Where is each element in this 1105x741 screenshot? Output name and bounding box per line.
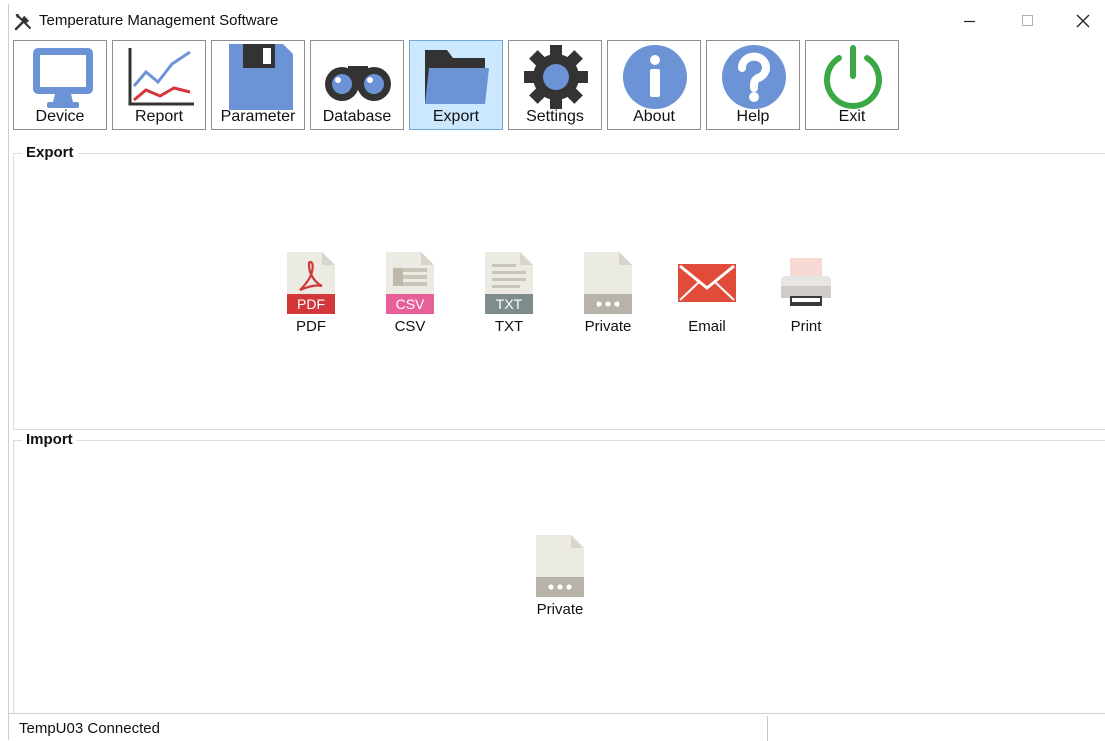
report-button[interactable]: Report [112, 40, 206, 130]
line-chart-icon [128, 48, 194, 106]
export-label: Export [432, 108, 480, 125]
export-email-label: Email [688, 318, 726, 335]
tools-icon [13, 12, 33, 32]
folder-icon [425, 50, 489, 104]
status-divider [767, 716, 768, 741]
pdf-file-icon: PDF [287, 252, 335, 314]
status-bar: TempU03 Connected [9, 713, 1105, 741]
import-private-button[interactable]: Private [520, 535, 600, 625]
exit-label: Exit [838, 108, 866, 125]
export-group-title: Export [22, 144, 78, 161]
export-txt-label: TXT [494, 318, 524, 335]
minimize-icon [964, 20, 975, 23]
about-label: About [633, 108, 675, 125]
export-private-button[interactable]: Private [568, 252, 648, 342]
export-group: Export PDF PDF CSV CSV TXT TXT Private E… [13, 144, 1105, 430]
app-window: Temperature Management Software Device R… [8, 4, 1105, 741]
help-label: Help [736, 108, 770, 125]
export-pdf-label: PDF [296, 318, 326, 335]
about-button[interactable]: About [607, 40, 701, 130]
maximize-button[interactable] [1005, 4, 1051, 38]
import-group-title: Import [22, 431, 77, 448]
export-email-button[interactable]: Email [667, 252, 747, 342]
svg-text:CSV: CSV [396, 296, 425, 312]
export-txt-button[interactable]: TXT TXT [469, 252, 549, 342]
help-button[interactable]: Help [706, 40, 800, 130]
info-icon [623, 45, 687, 109]
minimize-button[interactable] [947, 4, 993, 38]
printer-icon [781, 258, 831, 306]
settings-button[interactable]: Settings [508, 40, 602, 130]
import-private-label: Private [536, 601, 584, 618]
connection-status: TempU03 Connected [19, 720, 160, 737]
maximize-icon [1022, 15, 1033, 26]
question-icon [722, 45, 786, 109]
export-print-button[interactable]: Print [766, 252, 846, 342]
import-group: Import Private [13, 431, 1105, 714]
database-button[interactable]: Database [310, 40, 404, 130]
gear-icon [524, 45, 588, 109]
export-csv-button[interactable]: CSV CSV [370, 252, 450, 342]
export-csv-label: CSV [394, 318, 426, 335]
close-button[interactable] [1060, 4, 1105, 38]
monitor-icon [33, 48, 93, 108]
parameter-label: Parameter [220, 108, 296, 125]
csv-file-icon: CSV [386, 252, 434, 314]
close-icon [1076, 14, 1090, 28]
title-bar: Temperature Management Software [9, 4, 1105, 38]
window-title: Temperature Management Software [39, 12, 279, 29]
device-button[interactable]: Device [13, 40, 107, 130]
database-label: Database [322, 108, 392, 125]
parameter-button[interactable]: Parameter [211, 40, 305, 130]
email-icon [678, 264, 736, 302]
report-label: Report [134, 108, 184, 125]
svg-text:PDF: PDF [297, 296, 325, 312]
device-label: Device [35, 108, 85, 125]
svg-text:TXT: TXT [496, 296, 523, 312]
private-file-icon [584, 252, 632, 314]
exit-button[interactable]: Exit [805, 40, 899, 130]
settings-label: Settings [526, 108, 584, 125]
export-button[interactable]: Export [409, 40, 503, 130]
export-pdf-button[interactable]: PDF PDF [271, 252, 351, 342]
export-print-label: Print [790, 318, 822, 335]
binoculars-icon [325, 66, 391, 101]
private-file-icon [536, 535, 584, 597]
txt-file-icon: TXT [485, 252, 533, 314]
export-private-label: Private [584, 318, 632, 335]
power-icon [824, 45, 882, 109]
floppy-disk-icon [229, 44, 293, 110]
